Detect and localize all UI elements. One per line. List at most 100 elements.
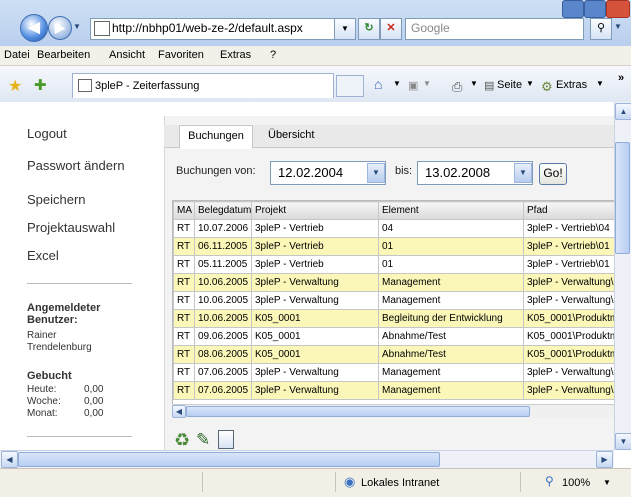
table-cell: 3pleP - Verwaltung: [251, 273, 379, 292]
address-dropdown-icon[interactable]: ▼: [334, 18, 356, 40]
column-header[interactable]: Belegdatum: [194, 201, 252, 220]
table-cell: Management: [378, 273, 524, 292]
table-row[interactable]: RT 05.11.2005 3pleP - Vertrieb 01 3pleP - Ve…: [173, 255, 615, 274]
stop-icon[interactable]: ✕: [380, 18, 402, 40]
save-link[interactable]: Speichern: [27, 192, 86, 207]
table-cell: 10.07.2006: [194, 219, 252, 238]
scroll-down-icon[interactable]: ▼: [615, 433, 631, 450]
zoom-icon[interactable]: ⚲: [545, 474, 554, 488]
chevron-more-icon[interactable]: »: [618, 72, 624, 84]
table-cell: 3pleP - Verwaltung\: [523, 291, 615, 310]
to-date-select[interactable]: 13.02.2008 ▼: [417, 161, 533, 185]
search-options-icon[interactable]: ▼: [614, 22, 622, 31]
table-cell: K05_0001: [251, 345, 379, 364]
change-password-link[interactable]: Passwort ändern: [27, 158, 125, 173]
table-row[interactable]: RT 10.06.2005 3pleP - Verwaltung Management…: [173, 291, 615, 310]
table-horizontal-scrollbar[interactable]: ◀: [172, 404, 614, 418]
add-favorite-icon[interactable]: ✚: [34, 76, 47, 94]
menu-bearbeiten[interactable]: Bearbeiten: [37, 49, 90, 61]
minimize-button[interactable]: [562, 0, 584, 18]
feeds-dropdown-icon[interactable]: ▼: [423, 79, 431, 88]
table-cell: RT: [173, 291, 195, 310]
bookings-table: MA Belegdatum Projekt Element Pfad RT 10.07.2…: [172, 200, 616, 406]
table-cell: 3pleP - Vertrieb: [251, 237, 379, 256]
print-dropdown-icon[interactable]: ▼: [470, 79, 478, 88]
forward-button[interactable]: ▶: [48, 16, 72, 40]
feeds-icon[interactable]: ▣: [408, 79, 418, 92]
table-cell: 01: [378, 255, 524, 274]
go-button[interactable]: Go!: [539, 163, 567, 185]
table-cell: 3pleP - Verwaltung\: [523, 273, 615, 292]
edit-icon[interactable]: ✎: [196, 430, 210, 450]
favorites-star-icon[interactable]: ★: [8, 76, 22, 96]
logged-in-heading: Angemeldeter Benutzer:: [27, 302, 101, 326]
page-scroll-thumb[interactable]: [615, 142, 630, 254]
table-cell: 3pleP - Verwaltung\: [523, 363, 615, 382]
tools-dropdown-icon[interactable]: ▼: [596, 79, 604, 88]
from-date-value: 12.02.2004: [278, 165, 344, 180]
home-icon[interactable]: ⌂: [374, 76, 382, 92]
recycle-icon[interactable]: ♻: [174, 430, 190, 451]
refresh-icon[interactable]: ↻: [358, 18, 380, 40]
back-button[interactable]: ◀: [20, 14, 48, 42]
history-dropdown-icon[interactable]: ▼: [73, 22, 81, 31]
new-tab-button[interactable]: [336, 75, 364, 97]
table-row[interactable]: RT 08.06.2005 K05_0001 Abnahme/Test K05_0001…: [173, 345, 615, 364]
scroll-left-icon[interactable]: ◀: [172, 405, 186, 418]
scroll-right-icon[interactable]: ▶: [596, 451, 613, 468]
close-window-button[interactable]: [606, 0, 630, 18]
tab-page-icon: [78, 79, 92, 92]
menu-datei[interactable]: Datei: [4, 49, 30, 61]
print-icon[interactable]: ⎙: [452, 79, 462, 95]
menu-extras[interactable]: Extras: [220, 49, 251, 61]
table-row[interactable]: RT 09.06.2005 K05_0001 Abnahme/Test K05_0001…: [173, 327, 615, 346]
table-cell: 09.06.2005: [194, 327, 252, 346]
project-selection-link[interactable]: Projektauswahl: [27, 220, 115, 235]
tab-uebersicht[interactable]: Übersicht: [268, 129, 314, 141]
table-cell: RT: [173, 237, 195, 256]
table-cell: Management: [378, 291, 524, 310]
scroll-up-icon[interactable]: ▲: [615, 103, 631, 120]
zoom-level[interactable]: 100%: [562, 477, 590, 489]
table-cell: 08.06.2005: [194, 345, 252, 364]
menu-ansicht[interactable]: Ansicht: [109, 49, 145, 61]
column-header[interactable]: MA: [173, 201, 195, 220]
from-date-select[interactable]: 12.02.2004 ▼: [270, 161, 386, 185]
table-cell: Abnahme/Test: [378, 345, 524, 364]
page-menu-dropdown-icon[interactable]: ▼: [526, 79, 534, 88]
address-text: http://nbhp01/web-ze-2/default.aspx: [112, 21, 303, 35]
page-icon: [94, 21, 110, 36]
booked-heading: Gebucht: [27, 370, 72, 382]
excel-link[interactable]: Excel: [27, 248, 59, 263]
table-cell: 3pleP - Vertrieb: [251, 255, 379, 274]
column-header[interactable]: Projekt: [251, 201, 379, 220]
scroll-left-icon[interactable]: ◀: [1, 451, 18, 468]
table-row[interactable]: RT 07.06.2005 3pleP - Verwaltung Management…: [173, 363, 615, 382]
table-scroll-thumb[interactable]: [186, 406, 530, 417]
table-row[interactable]: RT 10.06.2005 3pleP - Verwaltung Management…: [173, 273, 615, 292]
zoom-dropdown-icon[interactable]: ▼: [603, 478, 611, 487]
table-row[interactable]: RT 10.06.2005 K05_0001 Begleitung der Entwi…: [173, 309, 615, 328]
maximize-button[interactable]: [584, 0, 606, 18]
column-header[interactable]: Element: [378, 201, 524, 220]
table-row[interactable]: RT 06.11.2005 3pleP - Vertrieb 01 3pleP - Ve…: [173, 237, 615, 256]
tab-buchungen[interactable]: Buchungen: [179, 125, 253, 149]
logout-link[interactable]: Logout: [27, 126, 67, 141]
search-icon[interactable]: ⚲: [590, 18, 612, 40]
tools-menu[interactable]: Extras: [556, 79, 587, 91]
chevron-down-icon[interactable]: ▼: [367, 163, 385, 183]
page-menu[interactable]: Seite: [497, 79, 522, 91]
page-horizontal-thumb[interactable]: [18, 452, 440, 467]
tools-gear-icon[interactable]: ⚙: [541, 79, 553, 95]
table-row[interactable]: RT 10.07.2006 3pleP - Vertrieb 04 3pleP - Ve…: [173, 219, 615, 238]
column-header[interactable]: Pfad: [523, 201, 615, 220]
page-menu-icon[interactable]: ▤: [484, 79, 494, 92]
home-dropdown-icon[interactable]: ▼: [393, 79, 401, 88]
menu-favoriten[interactable]: Favoriten: [158, 49, 204, 61]
menu-help[interactable]: ?: [270, 49, 276, 61]
chevron-down-icon[interactable]: ▼: [514, 163, 532, 183]
table-cell: RT: [173, 255, 195, 274]
table-cell: RT: [173, 219, 195, 238]
copy-icon[interactable]: [218, 430, 234, 449]
table-row[interactable]: RT 07.06.2005 3pleP - Verwaltung Management…: [173, 381, 615, 400]
